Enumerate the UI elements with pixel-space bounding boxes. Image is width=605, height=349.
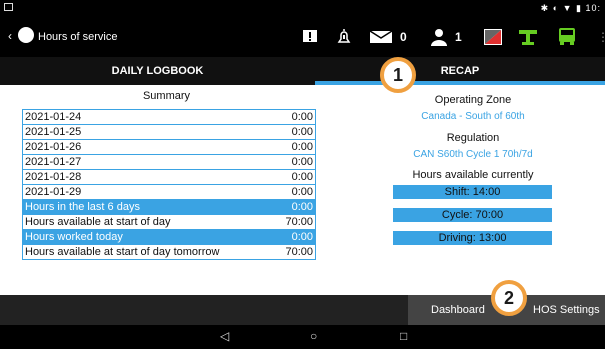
summary-row-value: 0:00: [291, 156, 313, 168]
gps-status-icon[interactable]: [517, 27, 539, 47]
summary-row-label: 2021-01-27: [25, 156, 82, 168]
users-count: 1: [455, 30, 462, 44]
summary-row: 2021-01-25 0:00: [23, 125, 315, 140]
cycle-pill: Cycle: 70:00: [393, 208, 552, 222]
inspection-bell-icon[interactable]: [336, 27, 352, 47]
notification-icon: [4, 3, 13, 11]
status-bar: ✱ ◐ ▼ ▮ 10:: [0, 0, 605, 17]
summary-row-label: 2021-01-28: [25, 171, 82, 183]
annotation-badge-1: 1: [380, 57, 416, 93]
summary-row-label: 2021-01-24: [25, 111, 82, 123]
summary-row-label: Hours available at start of day tomorrow: [25, 246, 220, 258]
summary-row-label: Hours worked today: [25, 231, 123, 243]
operating-zone-value: Canada - South of 60th: [421, 111, 525, 122]
annotation-badge-2: 2: [491, 280, 527, 316]
overflow-menu-icon[interactable]: ⋮: [597, 27, 605, 47]
back-arrow-icon[interactable]: ‹: [8, 29, 12, 43]
status-icons: ✱ ◐ ▼ ▮ 10:: [540, 3, 601, 13]
summary-row-value: 0:00: [291, 231, 313, 243]
summary-row-value: 0:00: [291, 171, 313, 183]
regulation-value: CAN S60th Cycle 1 70h/7d: [413, 149, 533, 160]
user-icon[interactable]: [429, 27, 449, 47]
hours-available-label: Hours available currently: [412, 169, 534, 181]
summary-table: 2021-01-24 0:00 2021-01-25 0:00 2021-01-26 0:…: [22, 109, 316, 260]
summary-row: 2021-01-27 0:00: [23, 155, 315, 170]
summary-row-value: 0:00: [291, 141, 313, 153]
app-logo-icon: [18, 27, 34, 43]
summary-row-label: 2021-01-25: [25, 126, 82, 138]
dashboard-button[interactable]: Dashboard: [431, 304, 485, 316]
summary-title: Summary: [142, 90, 191, 102]
connectivity-status-icon[interactable]: [483, 27, 503, 47]
recap-content: Summary 2021-01-24 0:00 2021-01-25 0:00 2021…: [0, 85, 605, 295]
home-icon[interactable]: ○: [310, 329, 317, 343]
tab-daily-logbook[interactable]: DAILY LOGBOOK: [0, 57, 315, 85]
system-nav-bar: ◁ ○ □: [0, 325, 605, 349]
summary-row-label: 2021-01-29: [25, 186, 82, 198]
summary-row: 2021-01-28 0:00: [23, 170, 315, 185]
shift-pill: Shift: 14:00: [393, 185, 552, 199]
summary-row-value: 0:00: [291, 201, 313, 213]
summary-row-label: Hours in the last 6 days: [25, 201, 140, 213]
recents-icon[interactable]: □: [400, 329, 407, 343]
summary-row: 2021-01-26 0:00: [23, 140, 315, 155]
tab-recap[interactable]: RECAP: [315, 57, 605, 85]
app-title: Hours of service: [38, 31, 118, 43]
alert-icon[interactable]: [302, 27, 318, 47]
summary-row-value: 0:00: [291, 111, 313, 123]
summary-row: Hours available at start of day 70:00: [23, 215, 315, 230]
summary-row-value: 70:00: [285, 246, 313, 258]
hos-settings-button[interactable]: HOS Settings: [533, 304, 600, 316]
summary-row-value: 0:00: [291, 126, 313, 138]
summary-row-value: 0:00: [291, 186, 313, 198]
driving-pill: Driving: 13:00: [393, 231, 552, 245]
summary-row: Hours worked today 0:00: [23, 230, 315, 245]
app-bar: ‹ Hours of service 0 1 ⋮: [0, 17, 605, 57]
summary-row: 2021-01-29 0:00: [23, 185, 315, 200]
summary-row: 2021-01-24 0:00: [23, 110, 315, 125]
back-icon[interactable]: ◁: [220, 329, 229, 343]
summary-row-label: Hours available at start of day: [25, 216, 171, 228]
status-time: 10:: [585, 3, 601, 13]
vehicle-status-icon[interactable]: [556, 27, 578, 47]
bottom-bar-left: [0, 295, 408, 325]
summary-row: Hours available at start of day tomorrow…: [23, 245, 315, 260]
messages-count: 0: [400, 30, 407, 44]
summary-row: Hours in the last 6 days 0:00: [23, 200, 315, 215]
summary-row-label: 2021-01-26: [25, 141, 82, 153]
summary-row-value: 70:00: [285, 216, 313, 228]
messages-icon[interactable]: [369, 27, 393, 47]
tab-bar: DAILY LOGBOOK RECAP: [0, 57, 605, 85]
